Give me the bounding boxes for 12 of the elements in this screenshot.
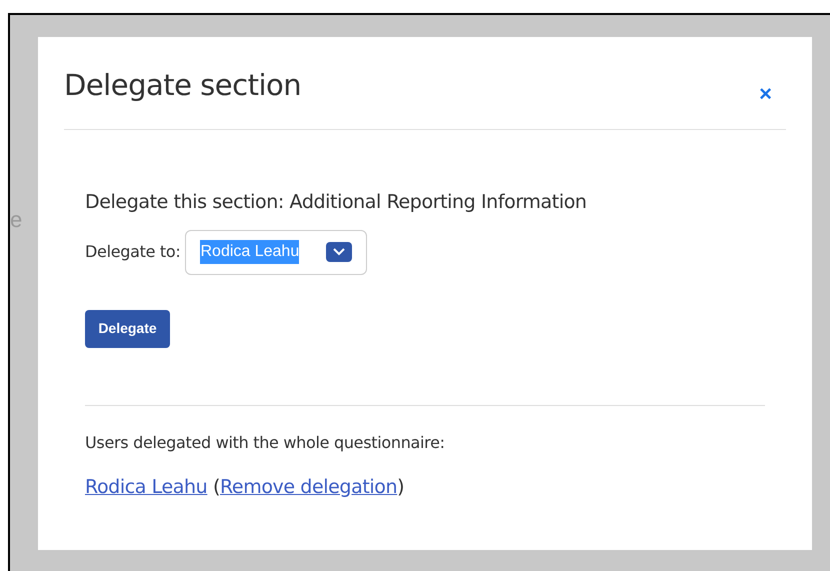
chevron-icon (326, 242, 352, 262)
delegate-select[interactable]: Rodica Leahu (185, 230, 368, 274)
delegation-line: Rodica Leahu (Remove delegation) (85, 474, 406, 500)
dialog-title: Delegate section (64, 67, 302, 104)
remove-delegation-link[interactable]: Remove delegation (220, 476, 398, 498)
users-heading: Users delegated with the whole questionnaire: (85, 432, 446, 454)
close-button[interactable]: × (759, 83, 772, 105)
select-value: Rodica Leahu (200, 240, 300, 264)
delegate-to-label: Delegate to: (85, 241, 180, 263)
section-line: Delegate this section: Additional Reporting Information (85, 190, 588, 215)
user-link[interactable]: Rodica Leahu (85, 476, 208, 498)
delegate-button[interactable]: Delegate (85, 310, 170, 348)
